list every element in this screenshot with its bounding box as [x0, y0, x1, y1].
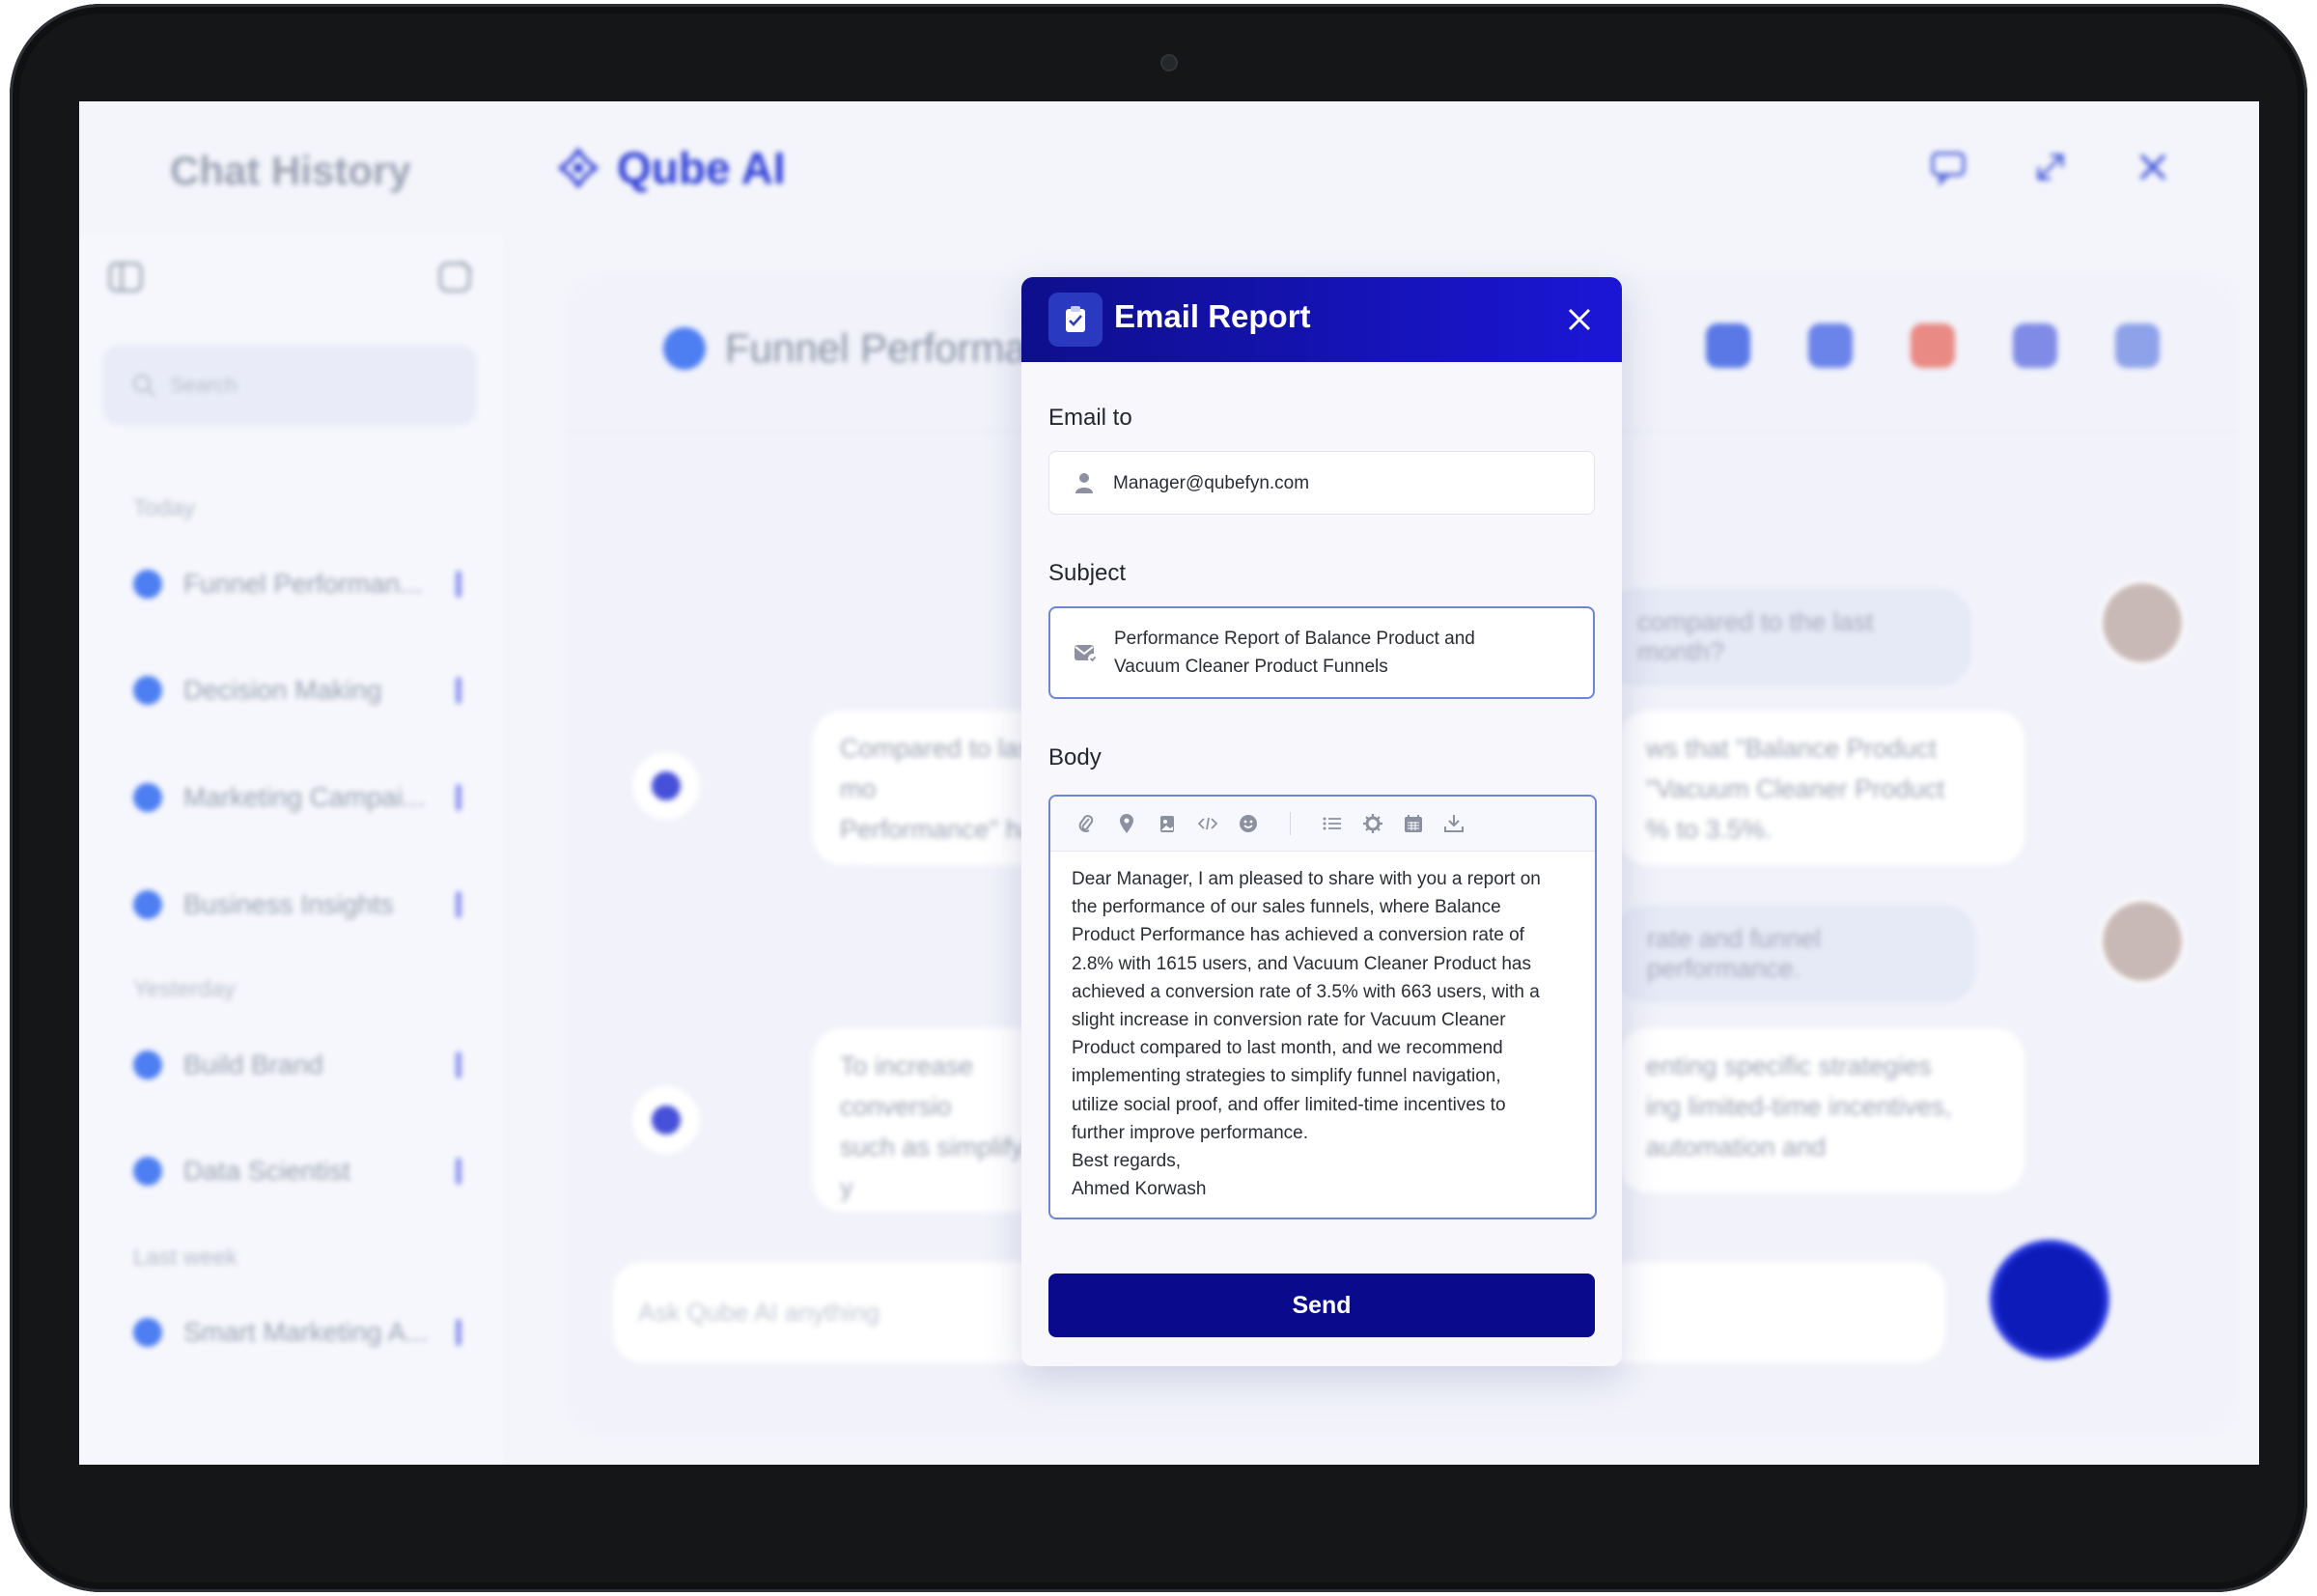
email-to-label: Email to [1048, 405, 1132, 431]
more-icon[interactable] [456, 891, 461, 918]
sidebar-chat-item[interactable]: Funnel Performan... [133, 565, 461, 603]
more-icon[interactable] [456, 1158, 461, 1185]
chat-label: Data Scientist [183, 1156, 350, 1186]
subject-field[interactable]: Performance Report of Balance Product an… [1048, 606, 1595, 699]
chat-title-text: Funnel Performa [725, 325, 1027, 371]
sidebar: Search Today Funnel Performan... Decisio… [79, 237, 504, 1465]
top-bar: Chat History Qube AI [79, 101, 2259, 237]
toolbar-divider [1290, 812, 1291, 835]
chat-label: Decision Making [183, 675, 382, 705]
more-icon[interactable] [456, 677, 461, 704]
analytics-icon[interactable] [2013, 323, 2057, 368]
chat-dot-icon [133, 676, 162, 705]
sidebar-chat-item[interactable]: Build Brand [133, 1046, 461, 1084]
search-icon [132, 374, 155, 397]
download-icon[interactable] [1441, 811, 1466, 836]
email-icon[interactable] [1706, 323, 1750, 368]
chat-input-placeholder: Ask Qube AI anything [638, 1297, 880, 1327]
search-placeholder: Search [170, 373, 237, 397]
more-icon[interactable] [456, 1319, 461, 1346]
chat-label: Build Brand [183, 1050, 323, 1079]
user-message: compared to the last month? [1605, 588, 1971, 686]
list-icon[interactable] [1320, 811, 1345, 836]
camera [1160, 54, 1178, 71]
group-today: Today [133, 495, 196, 521]
brand: Qube AI [557, 142, 786, 194]
brand-name: Qube AI [617, 143, 786, 193]
mail-check-icon [1075, 645, 1098, 663]
bot-message-right: ws that "Balance Product "Vacuum Cleaner… [1619, 711, 2024, 865]
sidebar-chat-item[interactable]: Smart Marketing A... [133, 1313, 461, 1352]
chat-label: Business Insights [183, 889, 394, 919]
minimize-icon[interactable] [2031, 148, 2070, 186]
subject-value: Performance Report of Balance Product an… [1114, 629, 1475, 677]
tag-icon[interactable] [1808, 323, 1853, 368]
user-icon [1075, 473, 1093, 493]
email-value: Manager@qubefyn.com [1113, 472, 1310, 493]
body-editor[interactable]: Dear Manager, I am pleased to share with… [1048, 795, 1597, 1219]
chat-label: Funnel Performan... [183, 569, 423, 599]
more-icon[interactable] [456, 571, 461, 598]
sidebar-toggle-icon[interactable] [106, 258, 145, 296]
close-window-icon[interactable] [2134, 148, 2172, 186]
email-report-modal: Email Report Email to Manager@qubefyn.co… [1021, 277, 1622, 1366]
sidebar-chat-item[interactable]: Data Scientist [133, 1152, 461, 1190]
emoji-icon[interactable] [1236, 811, 1261, 836]
group-yesterday: Yesterday [133, 976, 236, 1002]
location-icon[interactable] [1114, 811, 1139, 836]
chat-dot-icon [133, 570, 162, 599]
send-button[interactable]: Send [1048, 1274, 1595, 1337]
chat-tools [1706, 323, 2160, 368]
paperclip-icon[interactable] [1074, 811, 1099, 836]
sidebar-chat-item[interactable]: Marketing Campai... [133, 778, 461, 817]
body-label: Body [1048, 744, 1102, 770]
editor-toolbar [1050, 797, 1595, 852]
settings-icon[interactable] [1360, 811, 1385, 836]
report-icon [1048, 293, 1103, 347]
body-text[interactable]: Dear Manager, I am pleased to share with… [1050, 852, 1595, 1203]
user-avatar [2099, 898, 2186, 985]
chat-dot-icon [133, 1050, 162, 1079]
chat-dot-icon [133, 1318, 162, 1347]
image-icon[interactable] [1155, 811, 1180, 836]
user-avatar [2099, 579, 2186, 666]
bot-avatar-icon [632, 752, 700, 820]
bot-avatar-icon [632, 1086, 700, 1154]
chat-icon[interactable] [1929, 148, 1968, 186]
sidebar-title: Chat History [170, 148, 411, 193]
user-message: rate and funnel performance. [1614, 905, 1976, 1003]
chat-dot-icon [663, 327, 706, 370]
new-chat-icon[interactable] [436, 258, 475, 296]
chat-label: Marketing Campai... [183, 782, 426, 812]
sidebar-search[interactable]: Search [102, 345, 477, 426]
email-field[interactable]: Manager@qubefyn.com [1048, 451, 1595, 515]
calendar-icon[interactable] [1401, 811, 1426, 836]
group-last-week: Last week [133, 1245, 238, 1271]
refresh-icon[interactable] [1911, 323, 1955, 368]
sidebar-chat-item[interactable]: Decision Making [133, 671, 461, 710]
close-icon[interactable] [1560, 300, 1599, 339]
window-controls [1929, 148, 2172, 186]
brand-logo-icon [557, 147, 600, 189]
sidebar-chat-item[interactable]: Business Insights [133, 885, 461, 924]
gallery-icon[interactable] [2115, 323, 2160, 368]
chat-dot-icon [133, 890, 162, 919]
screen: Chat History Qube AI Search Today Funnel… [79, 101, 2259, 1465]
modal-title: Email Report [1114, 298, 1311, 334]
code-icon[interactable] [1195, 811, 1220, 836]
chat-label: Smart Marketing A... [183, 1317, 429, 1347]
more-icon[interactable] [456, 784, 461, 811]
chat-dot-icon [133, 783, 162, 812]
subject-label: Subject [1048, 560, 1127, 586]
send-message-button[interactable] [1996, 1246, 2104, 1354]
chat-title: Funnel Performa [663, 325, 1027, 372]
more-icon[interactable] [456, 1051, 461, 1078]
bot-message-right: enting specific strategies ing limited-t… [1619, 1028, 2024, 1192]
tablet-frame: Chat History Qube AI Search Today Funnel… [10, 4, 2307, 1592]
chat-dot-icon [133, 1157, 162, 1186]
modal-header: Email Report [1021, 277, 1622, 362]
